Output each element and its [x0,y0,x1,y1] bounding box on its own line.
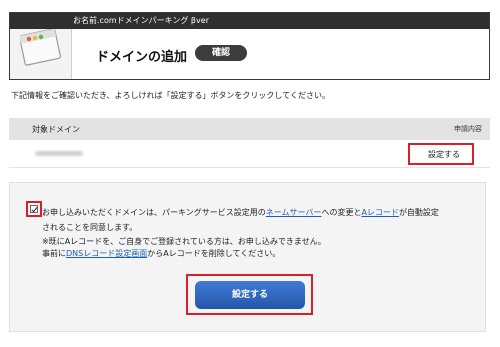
notice-text-segment: からAレコードを削除してください。 [147,249,281,258]
page-header: お名前.comドメインパーキング βver ドメインの追加 確認 [9,12,490,80]
header-title-row: ドメインの追加 確認 [72,29,489,79]
highlight-box-request [408,143,474,165]
dns-record-settings-link[interactable]: DNSレコード設定画面 [66,249,147,258]
page-title: ドメインの追加 [96,50,188,65]
notice-text-segment: 事前に [42,249,66,258]
nameserver-link[interactable]: ネームサーバー [266,208,322,217]
submit-button[interactable]: 設定する [195,281,305,309]
consent-text-segment: お申し込みいただくドメインは、パーキングサービス設定用の [42,208,266,217]
a-record-link[interactable]: Aレコード [361,208,398,217]
header-bar: お名前.comドメインパーキング βver [10,13,489,29]
column-header-request: 申請内容 [454,125,482,133]
step-badge: 確認 [195,45,247,61]
browser-window-icon [20,28,61,66]
consent-text-line2: されることを同意します。 [42,223,138,232]
column-header-domain: 対象ドメイン [32,125,80,134]
intro-text: 下記情報をご確認いただき、よろしければ「設定する」ボタンをクリックしてください。 [11,91,330,100]
consent-checkbox[interactable] [30,205,38,213]
consent-text-line1: お申し込みいただくドメインは、パーキングサービス設定用のネームサーバーへの変更と… [42,207,439,218]
notice-text: ※既にAレコードを、ご自身でご登録されている方は、お申し込みできません。 [42,237,326,246]
domain-name-redacted [35,151,83,156]
notice-text-line2: 事前にDNSレコード設定画面からAレコードを削除してください。 [42,248,280,259]
consent-text-segment: が自動設定 [398,208,439,217]
header-bar-title: お名前.comドメインパーキング βver [73,16,209,25]
consent-text-segment: への変更と [321,208,362,217]
table-header: 対象ドメイン 申請内容 [9,118,490,140]
